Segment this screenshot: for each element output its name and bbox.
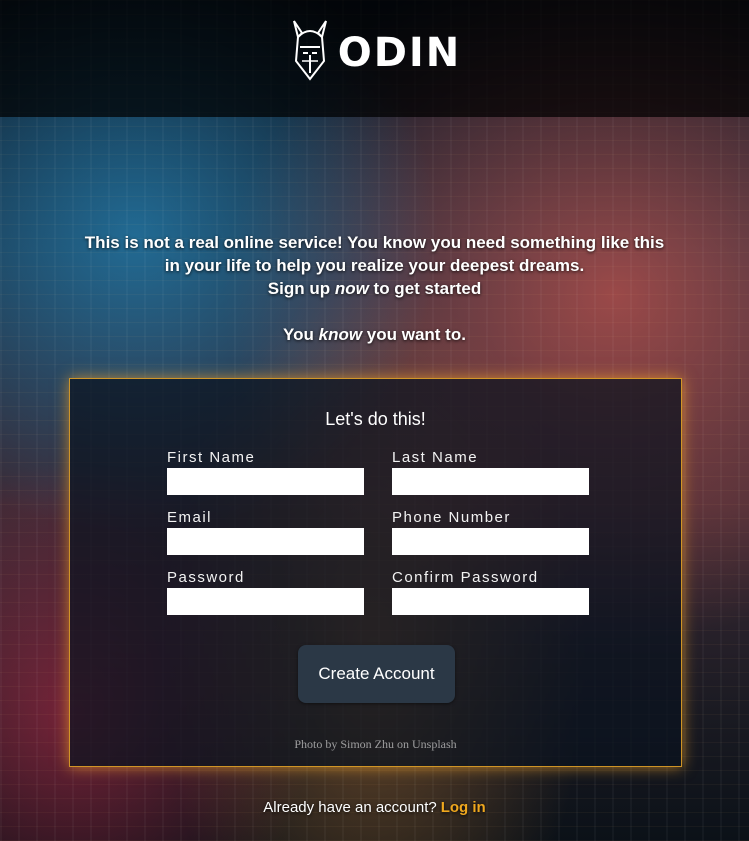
- last-name-field: Last Name: [392, 449, 589, 495]
- intro-line-1: This is not a real online service! You k…: [84, 233, 665, 252]
- viking-helmet-icon: [288, 17, 332, 88]
- phone-input[interactable]: [392, 528, 589, 555]
- first-name-label: First Name: [167, 449, 256, 466]
- photo-credit: Photo by Simon Zhu on Unsplash: [294, 737, 457, 751]
- confirm-password-input[interactable]: [392, 588, 589, 615]
- login-prompt: Already have an account? Log in: [0, 799, 749, 816]
- first-name-input[interactable]: [167, 468, 364, 495]
- confirm-password-field: Confirm Password: [392, 569, 589, 615]
- signup-form: Let's do this! First Name Last Name Emai…: [69, 378, 682, 767]
- form-title: Let's do this!: [325, 409, 426, 429]
- password-field: Password: [167, 569, 364, 615]
- intro-line-4: You know you want to.: [283, 325, 466, 344]
- site-header: ODIN: [0, 0, 749, 117]
- email-label: Email: [167, 509, 213, 526]
- logo: ODIN: [288, 17, 462, 88]
- first-name-field: First Name: [167, 449, 364, 495]
- login-link[interactable]: Log in: [441, 799, 486, 816]
- intro-line-2: in your life to help you realize your de…: [164, 256, 585, 275]
- intro-text: This is not a real online service! You k…: [0, 231, 749, 300]
- intro-line-3: Sign up now to get started: [267, 279, 482, 298]
- logo-text: ODIN: [337, 29, 462, 76]
- email-field: Email: [167, 509, 364, 555]
- phone-field: Phone Number: [392, 509, 589, 555]
- password-input[interactable]: [167, 588, 364, 615]
- phone-label: Phone Number: [392, 509, 511, 526]
- email-input[interactable]: [167, 528, 364, 555]
- last-name-input[interactable]: [392, 468, 589, 495]
- password-label: Password: [167, 569, 245, 586]
- confirm-password-label: Confirm Password: [392, 569, 539, 586]
- login-prompt-text: Already have an account?: [263, 799, 437, 816]
- create-account-button[interactable]: Create Account: [298, 645, 455, 703]
- last-name-label: Last Name: [392, 449, 479, 466]
